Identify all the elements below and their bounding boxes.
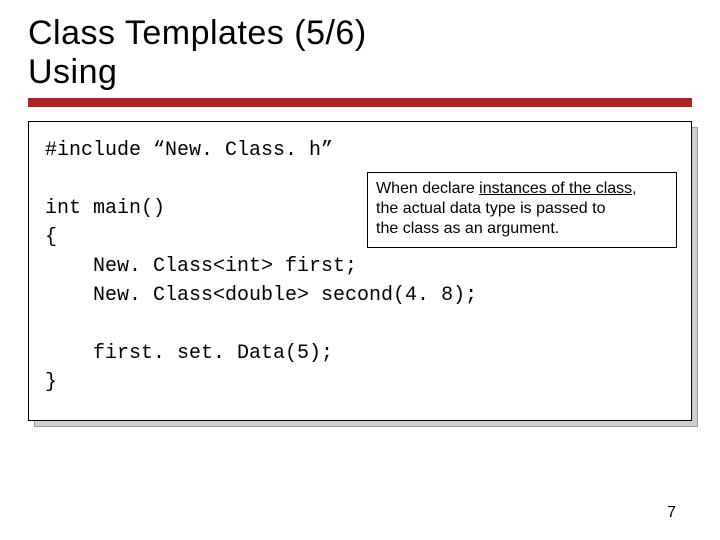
code-line: {: [45, 226, 57, 249]
code-line: #include “New. Class. h”: [45, 139, 333, 162]
page-number: 7: [667, 504, 676, 522]
callout-box: When declare instances of the class, the…: [367, 172, 677, 248]
callout-line-1-underlined: instances of the class: [479, 180, 632, 197]
callout-line-1-post: ,: [632, 180, 636, 197]
callout-line-2: the actual data type is passed to: [376, 200, 605, 217]
slide: Class Templates (5/6) Using #include “Ne…: [0, 0, 720, 540]
callout-line-1-pre: When declare: [376, 180, 479, 197]
title-line-2: Using: [28, 53, 117, 91]
title-line-1: Class Templates (5/6): [28, 14, 367, 52]
code-line: New. Class<double> second(4. 8);: [45, 284, 477, 307]
code-line: New. Class<int> first;: [45, 255, 357, 278]
code-line: first. set. Data(5);: [45, 342, 333, 365]
callout-line-3: the class as an argument.: [376, 220, 559, 237]
title-underline: [28, 98, 692, 107]
slide-title: Class Templates (5/6) Using: [28, 14, 692, 92]
code-line: }: [45, 371, 57, 394]
code-line: int main(): [45, 197, 165, 220]
code-box: #include “New. Class. h” int main() { Ne…: [28, 121, 692, 421]
code-block: #include “New. Class. h” int main() { Ne…: [28, 121, 692, 421]
